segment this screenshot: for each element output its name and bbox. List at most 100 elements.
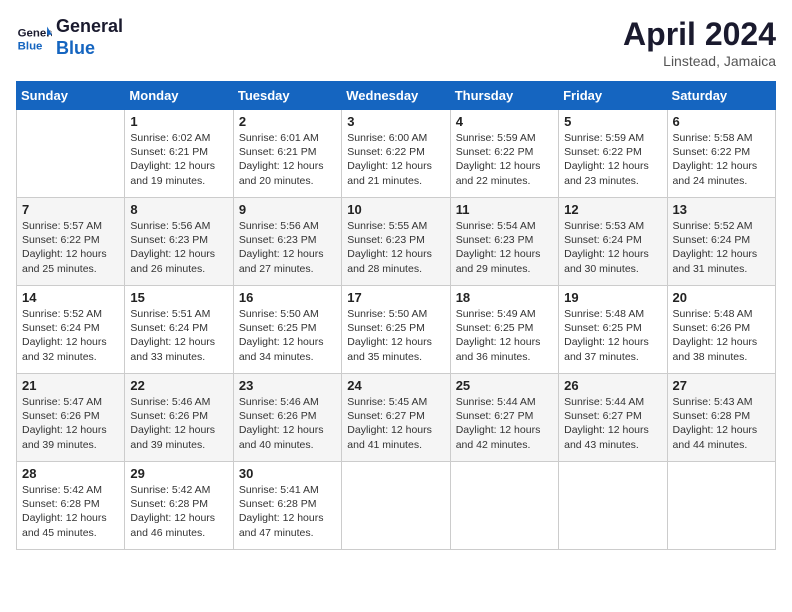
cell-details: Sunrise: 5:42 AMSunset: 6:28 PMDaylight:… <box>130 484 215 539</box>
calendar-cell: 12 Sunrise: 5:53 AMSunset: 6:24 PMDayligh… <box>559 198 667 286</box>
svg-text:General: General <box>18 27 52 39</box>
day-number: 24 <box>347 378 444 393</box>
weekday-header-friday: Friday <box>559 82 667 110</box>
calendar-cell: 2 Sunrise: 6:01 AMSunset: 6:21 PMDaylight… <box>233 110 341 198</box>
calendar-cell: 6Sunrise: 5:58 AMSunset: 6:22 PMDaylight… <box>667 110 775 198</box>
calendar-row-2: 14 Sunrise: 5:52 AMSunset: 6:24 PMDayligh… <box>17 286 776 374</box>
calendar-cell: 15 Sunrise: 5:51 AMSunset: 6:24 PMDayligh… <box>125 286 233 374</box>
calendar-cell: 24 Sunrise: 5:45 AMSunset: 6:27 PMDayligh… <box>342 374 450 462</box>
weekday-header-sunday: Sunday <box>17 82 125 110</box>
cell-details: Sunrise: 5:48 AMSunset: 6:25 PMDaylight:… <box>564 308 649 363</box>
weekday-header-wednesday: Wednesday <box>342 82 450 110</box>
cell-details: Sunrise: 5:59 AMSunset: 6:22 PMDaylight:… <box>456 132 541 187</box>
cell-details: Sunrise: 5:47 AMSunset: 6:26 PMDaylight:… <box>22 396 107 451</box>
calendar-cell: 10Sunrise: 5:55 AMSunset: 6:23 PMDayligh… <box>342 198 450 286</box>
day-number: 28 <box>22 466 119 481</box>
calendar-cell: 14 Sunrise: 5:52 AMSunset: 6:24 PMDayligh… <box>17 286 125 374</box>
logo-icon: General Blue <box>16 20 52 56</box>
cell-details: Sunrise: 5:56 AMSunset: 6:23 PMDaylight:… <box>239 220 324 275</box>
day-number: 2 <box>239 114 336 129</box>
cell-details: Sunrise: 5:59 AMSunset: 6:22 PMDaylight:… <box>564 132 649 187</box>
cell-details: Sunrise: 5:49 AMSunset: 6:25 PMDaylight:… <box>456 308 541 363</box>
weekday-header-monday: Monday <box>125 82 233 110</box>
cell-details: Sunrise: 5:48 AMSunset: 6:26 PMDaylight:… <box>673 308 758 363</box>
cell-details: Sunrise: 5:46 AMSunset: 6:26 PMDaylight:… <box>130 396 215 451</box>
calendar-cell: 17Sunrise: 5:50 AMSunset: 6:25 PMDayligh… <box>342 286 450 374</box>
day-number: 4 <box>456 114 553 129</box>
day-number: 25 <box>456 378 553 393</box>
calendar-cell: 30 Sunrise: 5:41 AMSunset: 6:28 PMDayligh… <box>233 462 341 550</box>
calendar-cell: 29Sunrise: 5:42 AMSunset: 6:28 PMDayligh… <box>125 462 233 550</box>
cell-details: Sunrise: 6:01 AMSunset: 6:21 PMDaylight:… <box>239 132 324 187</box>
calendar-cell <box>342 462 450 550</box>
calendar-cell: 21 Sunrise: 5:47 AMSunset: 6:26 PMDayligh… <box>17 374 125 462</box>
cell-details: Sunrise: 5:45 AMSunset: 6:27 PMDaylight:… <box>347 396 432 451</box>
cell-details: Sunrise: 5:52 AMSunset: 6:24 PMDaylight:… <box>22 308 107 363</box>
calendar-cell: 13Sunrise: 5:52 AMSunset: 6:24 PMDayligh… <box>667 198 775 286</box>
calendar-cell: 16 Sunrise: 5:50 AMSunset: 6:25 PMDayligh… <box>233 286 341 374</box>
cell-details: Sunrise: 5:54 AMSunset: 6:23 PMDaylight:… <box>456 220 541 275</box>
day-number: 7 <box>22 202 119 217</box>
day-number: 8 <box>130 202 227 217</box>
cell-details: Sunrise: 5:52 AMSunset: 6:24 PMDaylight:… <box>673 220 758 275</box>
logo-blue: Blue <box>56 38 123 60</box>
day-number: 3 <box>347 114 444 129</box>
day-number: 26 <box>564 378 661 393</box>
calendar-cell <box>667 462 775 550</box>
day-number: 22 <box>130 378 227 393</box>
calendar-cell <box>559 462 667 550</box>
page-header: General Blue General Blue April 2024 Lin… <box>16 16 776 69</box>
month-title: April 2024 <box>623 16 776 53</box>
title-block: April 2024 Linstead, Jamaica <box>623 16 776 69</box>
day-number: 16 <box>239 290 336 305</box>
logo: General Blue General Blue <box>16 16 123 59</box>
cell-details: Sunrise: 5:46 AMSunset: 6:26 PMDaylight:… <box>239 396 324 451</box>
calendar-cell: 23Sunrise: 5:46 AMSunset: 6:26 PMDayligh… <box>233 374 341 462</box>
cell-details: Sunrise: 5:55 AMSunset: 6:23 PMDaylight:… <box>347 220 432 275</box>
cell-details: Sunrise: 5:57 AMSunset: 6:22 PMDaylight:… <box>22 220 107 275</box>
cell-details: Sunrise: 5:41 AMSunset: 6:28 PMDaylight:… <box>239 484 324 539</box>
cell-details: Sunrise: 5:44 AMSunset: 6:27 PMDaylight:… <box>456 396 541 451</box>
calendar-cell: 20 Sunrise: 5:48 AMSunset: 6:26 PMDayligh… <box>667 286 775 374</box>
svg-text:Blue: Blue <box>18 40 43 52</box>
weekday-header-row: SundayMondayTuesdayWednesdayThursdayFrid… <box>17 82 776 110</box>
calendar-cell: 5 Sunrise: 5:59 AMSunset: 6:22 PMDaylight… <box>559 110 667 198</box>
calendar-cell: 22 Sunrise: 5:46 AMSunset: 6:26 PMDayligh… <box>125 374 233 462</box>
day-number: 30 <box>239 466 336 481</box>
cell-details: Sunrise: 5:42 AMSunset: 6:28 PMDaylight:… <box>22 484 107 539</box>
day-number: 19 <box>564 290 661 305</box>
cell-details: Sunrise: 5:50 AMSunset: 6:25 PMDaylight:… <box>239 308 324 363</box>
day-number: 21 <box>22 378 119 393</box>
weekday-header-tuesday: Tuesday <box>233 82 341 110</box>
cell-details: Sunrise: 5:58 AMSunset: 6:22 PMDaylight:… <box>673 132 758 187</box>
calendar-row-1: 7 Sunrise: 5:57 AMSunset: 6:22 PMDaylight… <box>17 198 776 286</box>
cell-details: Sunrise: 5:43 AMSunset: 6:28 PMDaylight:… <box>673 396 758 451</box>
day-number: 1 <box>130 114 227 129</box>
location: Linstead, Jamaica <box>623 53 776 69</box>
cell-details: Sunrise: 6:02 AMSunset: 6:21 PMDaylight:… <box>130 132 215 187</box>
cell-details: Sunrise: 5:53 AMSunset: 6:24 PMDaylight:… <box>564 220 649 275</box>
day-number: 11 <box>456 202 553 217</box>
day-number: 20 <box>673 290 770 305</box>
calendar-cell: 11 Sunrise: 5:54 AMSunset: 6:23 PMDayligh… <box>450 198 558 286</box>
calendar-table: SundayMondayTuesdayWednesdayThursdayFrid… <box>16 81 776 550</box>
day-number: 17 <box>347 290 444 305</box>
calendar-row-3: 21 Sunrise: 5:47 AMSunset: 6:26 PMDayligh… <box>17 374 776 462</box>
weekday-header-saturday: Saturday <box>667 82 775 110</box>
day-number: 12 <box>564 202 661 217</box>
day-number: 9 <box>239 202 336 217</box>
cell-details: Sunrise: 5:44 AMSunset: 6:27 PMDaylight:… <box>564 396 649 451</box>
calendar-cell: 18Sunrise: 5:49 AMSunset: 6:25 PMDayligh… <box>450 286 558 374</box>
day-number: 5 <box>564 114 661 129</box>
calendar-cell: 28 Sunrise: 5:42 AMSunset: 6:28 PMDayligh… <box>17 462 125 550</box>
cell-details: Sunrise: 6:00 AMSunset: 6:22 PMDaylight:… <box>347 132 432 187</box>
cell-details: Sunrise: 5:51 AMSunset: 6:24 PMDaylight:… <box>130 308 215 363</box>
calendar-cell: 3 Sunrise: 6:00 AMSunset: 6:22 PMDaylight… <box>342 110 450 198</box>
calendar-row-4: 28 Sunrise: 5:42 AMSunset: 6:28 PMDayligh… <box>17 462 776 550</box>
calendar-cell: 1 Sunrise: 6:02 AMSunset: 6:21 PMDaylight… <box>125 110 233 198</box>
calendar-cell: 9 Sunrise: 5:56 AMSunset: 6:23 PMDaylight… <box>233 198 341 286</box>
calendar-cell: 19 Sunrise: 5:48 AMSunset: 6:25 PMDayligh… <box>559 286 667 374</box>
day-number: 14 <box>22 290 119 305</box>
calendar-cell: 8Sunrise: 5:56 AMSunset: 6:23 PMDaylight… <box>125 198 233 286</box>
day-number: 15 <box>130 290 227 305</box>
